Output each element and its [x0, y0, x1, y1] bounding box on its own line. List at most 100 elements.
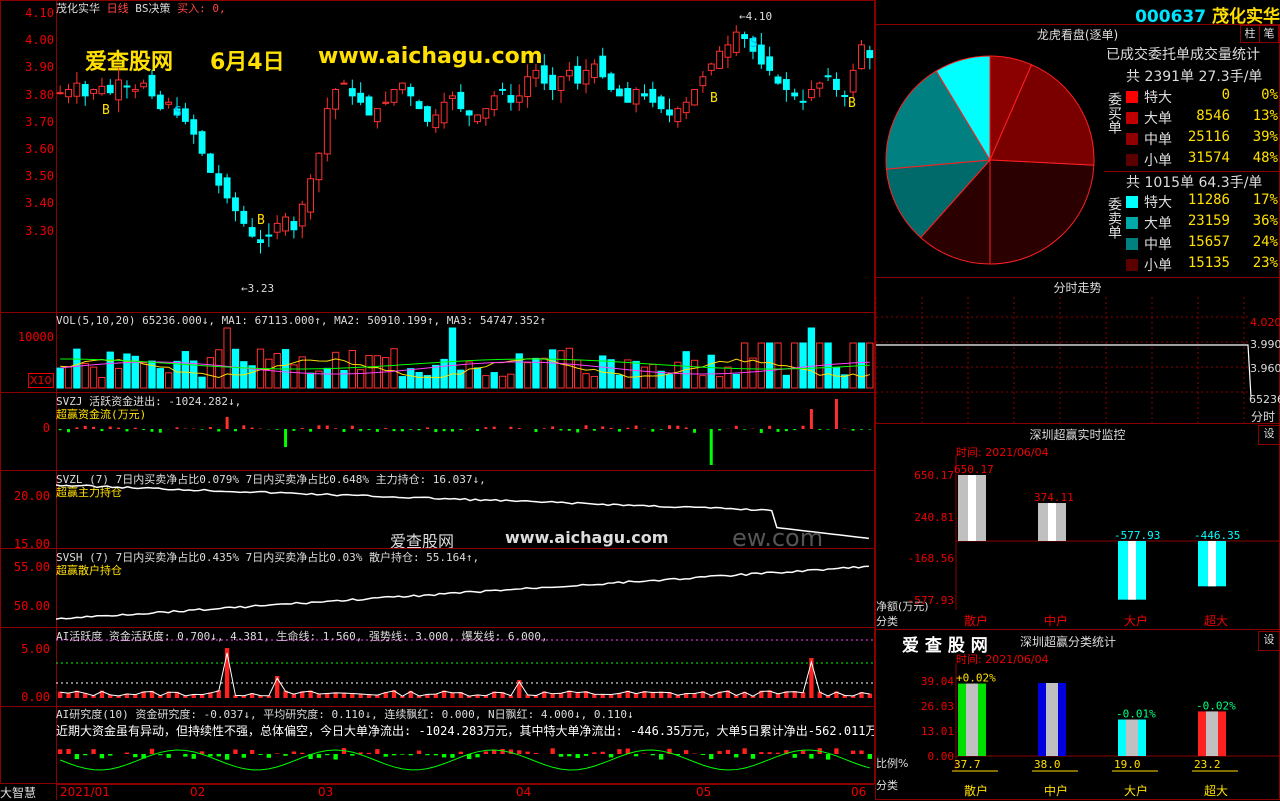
candle-body [491, 96, 497, 110]
research-bar [834, 748, 838, 754]
candle-body [658, 97, 664, 109]
date-label: 05 [696, 785, 711, 799]
research-bar [809, 754, 813, 759]
research-bar [559, 754, 563, 757]
research-bar [584, 754, 588, 756]
order-pie-chart [884, 54, 1096, 266]
volume-bar [266, 359, 272, 388]
svsh-chart [56, 549, 874, 627]
monitor-settings-button[interactable]: 设 [1258, 425, 1280, 445]
color-swatch [1126, 112, 1138, 124]
candle-body [57, 93, 63, 94]
intraday-label-3: 3.960 [1250, 362, 1280, 375]
price-axis-label: 3.70 [0, 115, 54, 129]
candle-body [792, 93, 798, 96]
candle-body [149, 75, 155, 95]
classify-value: 19.0 [1114, 758, 1141, 771]
intraday-chart [876, 297, 1279, 423]
candle-body [834, 79, 840, 89]
candle-body [441, 102, 447, 123]
volume-bar [808, 328, 814, 388]
candle-body [500, 89, 506, 90]
price-axis-label: 3.60 [0, 142, 54, 156]
date-label: 03 [318, 785, 333, 799]
volume-bar [216, 350, 222, 388]
volume-bar [57, 368, 63, 388]
research-bar [601, 752, 605, 754]
research-bar [475, 754, 479, 757]
volume-bar [549, 350, 555, 388]
volume-bar [708, 355, 714, 388]
color-swatch [1126, 238, 1138, 250]
candle-body [416, 102, 422, 109]
classify-settings-button[interactable]: 设 [1258, 631, 1280, 651]
candle-body [124, 86, 130, 87]
candle-body [107, 85, 113, 92]
research-bar [333, 754, 337, 760]
candle-body [483, 109, 489, 118]
candle-body [508, 96, 514, 103]
classify-axis-label: 13.01 [921, 725, 954, 738]
research-bar [734, 754, 738, 757]
research-bar [325, 754, 329, 755]
research-bar [75, 754, 79, 759]
candle-body [182, 109, 188, 121]
classify-category-label: 分类 [876, 778, 898, 792]
row-count: 25116 [1188, 129, 1230, 145]
research-bar [759, 752, 763, 754]
volume-bar [433, 365, 439, 388]
tab-bar[interactable]: 柱 [1240, 25, 1260, 43]
monitor-category: 大户 [1124, 613, 1148, 628]
classify-category: 散户 [964, 783, 988, 798]
research-bar [283, 754, 287, 756]
monitor-bar-shine [1208, 541, 1216, 586]
candle-body [425, 107, 431, 122]
research-bar [742, 748, 746, 754]
research-bar [125, 753, 129, 754]
volume-bar [166, 373, 172, 388]
classify-unit: 比例% [876, 756, 908, 770]
candle-body [358, 93, 364, 102]
candle-body [566, 70, 572, 75]
ma1-line [60, 359, 870, 378]
tab-tick[interactable]: 笔 [1259, 25, 1279, 43]
price-axis-label: 4.10 [0, 6, 54, 20]
sell-signal-mark: S [750, 36, 758, 51]
volume-bar [99, 377, 105, 388]
retail-holding-line [56, 566, 869, 619]
monitor-bar-value: -577.93 [1114, 529, 1160, 542]
price-axis-label: 3.90 [0, 60, 54, 74]
classify-category: 超大 [1204, 783, 1228, 798]
research-bar [167, 754, 171, 758]
svsh-axis-top: 55.00 [0, 560, 50, 574]
research-bar [83, 754, 87, 755]
candle-body [374, 109, 380, 122]
candle-body [466, 111, 472, 115]
volume-bar [449, 328, 455, 388]
classify-bar-shine [1046, 683, 1058, 756]
row-pct: 13% [1253, 108, 1278, 124]
row-count: 0 [1222, 87, 1230, 103]
date-label: 04 [516, 785, 531, 799]
research-bar [534, 753, 538, 754]
volume-bar [366, 356, 372, 388]
candle-body [817, 83, 823, 88]
candle-body [708, 64, 714, 70]
classify-change: -0.02% [1196, 699, 1236, 712]
research-bar [409, 754, 413, 755]
volume-bar [583, 374, 589, 388]
candlestick-chart[interactable]: ←3.23←4.10BBBBSS [56, 0, 874, 313]
sell-section-label: 委卖单 [1104, 197, 1122, 239]
research-bar [709, 754, 713, 759]
research-bar [250, 750, 254, 754]
row-pct: 48% [1253, 150, 1278, 166]
center-watermark-url: www.aichagu.com [505, 528, 668, 547]
candle-body [74, 83, 80, 96]
research-bar [275, 753, 279, 754]
monitor-category: 超大 [1204, 613, 1228, 628]
row-name: 小单 [1144, 258, 1172, 274]
candle-body [808, 90, 814, 98]
intraday-label-4: 65236 [1249, 393, 1280, 406]
monitor-axis-label: -168.56 [908, 552, 954, 565]
candle-body [625, 89, 631, 103]
